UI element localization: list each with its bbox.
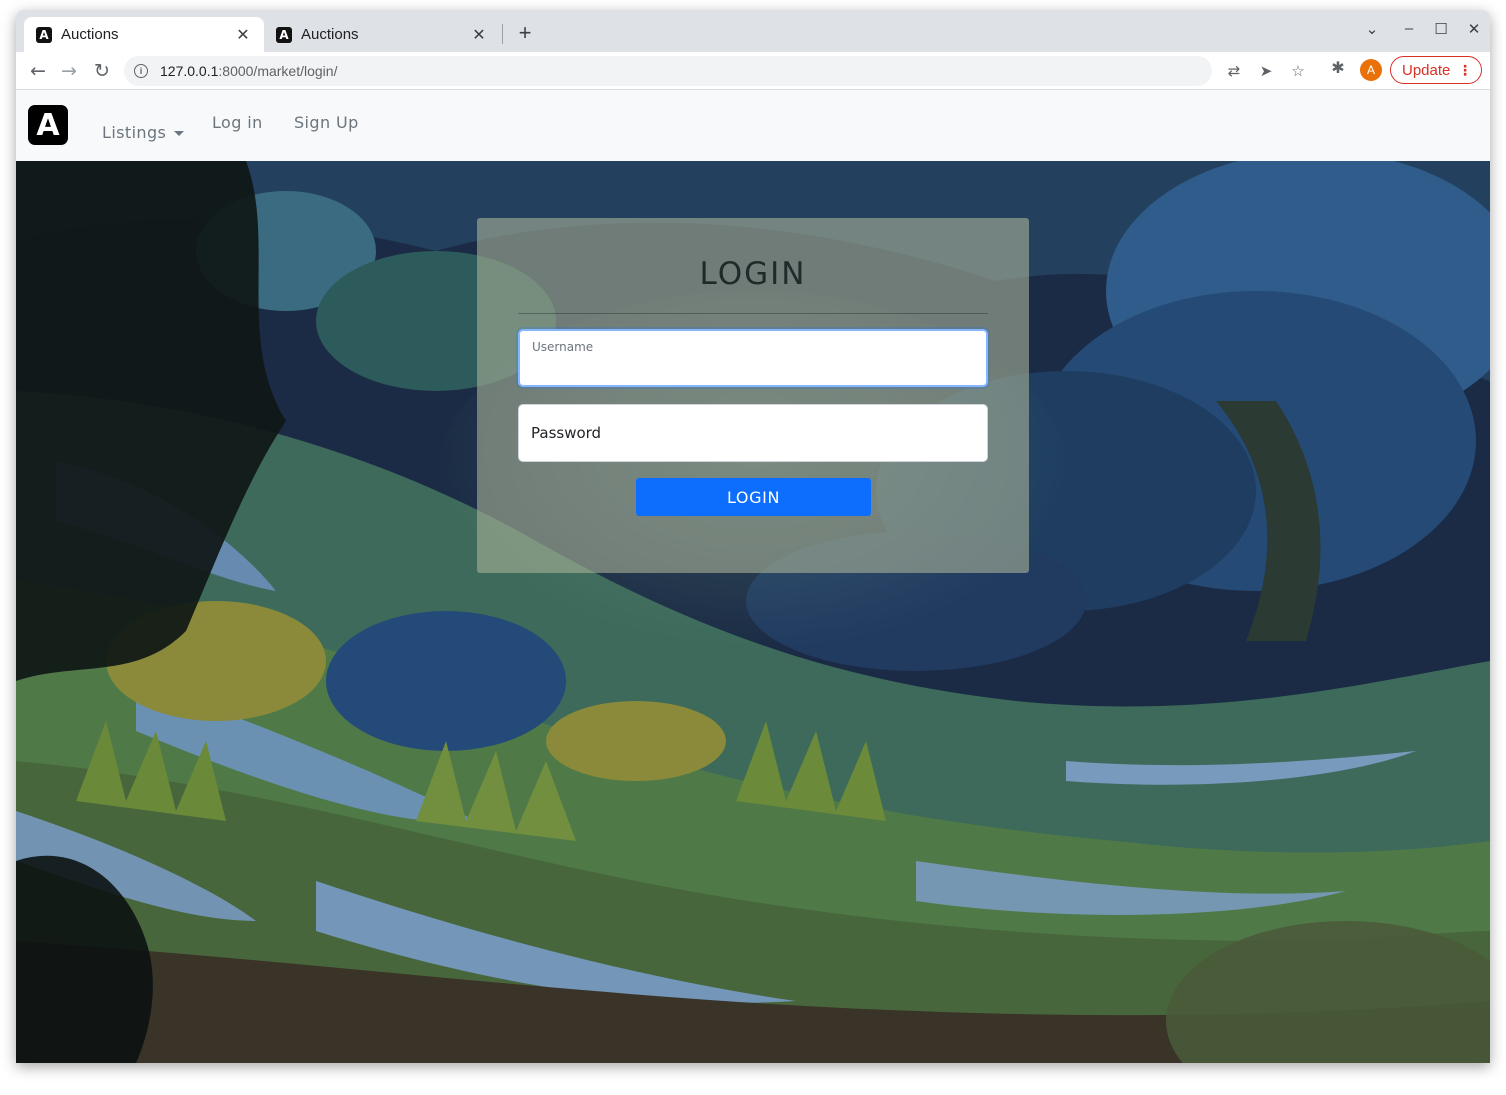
- tab-search-chevron-icon[interactable]: ⌄: [1361, 20, 1383, 38]
- url-path: :8000/market/login/: [218, 63, 338, 79]
- update-label: Update: [1402, 61, 1451, 79]
- browser-toolbar: ← → ↻ i 127.0.0.1:8000/market/login/ ⇄ ➤…: [16, 52, 1490, 90]
- tab-separator: [502, 24, 503, 44]
- nav-listings-label: Listings: [102, 123, 167, 142]
- username-field[interactable]: Username: [518, 329, 988, 387]
- profile-avatar[interactable]: A: [1360, 59, 1382, 81]
- nav-login-link[interactable]: Log in: [212, 113, 263, 132]
- background-forest-image: LOGIN Username Password LOGIN: [16, 161, 1490, 1063]
- login-title: LOGIN: [699, 256, 807, 292]
- username-input[interactable]: [532, 359, 972, 381]
- username-label: Username: [532, 340, 594, 354]
- update-button[interactable]: Update ⋮: [1390, 56, 1482, 84]
- extensions-puzzle-icon[interactable]: ✱: [1328, 58, 1348, 77]
- login-divider: [518, 313, 988, 314]
- url-text: 127.0.0.1:8000/market/login/: [160, 63, 337, 79]
- reload-icon[interactable]: ↻: [89, 58, 115, 84]
- password-field[interactable]: Password: [518, 404, 988, 462]
- back-arrow-icon[interactable]: ←: [25, 58, 51, 84]
- forward-arrow-icon[interactable]: →: [56, 58, 82, 84]
- translate-icon[interactable]: ⇄: [1224, 62, 1244, 80]
- tab-title: Auctions: [301, 26, 359, 43]
- tab-strip: A Auctions ✕ A Auctions ✕ + ⌄ – ☐ ✕: [16, 10, 1490, 52]
- page-viewport: A Listings Log in Sign Up LOGIN Username…: [16, 90, 1490, 1063]
- login-button[interactable]: LOGIN: [636, 478, 871, 516]
- tab-auctions-active[interactable]: A Auctions ✕: [24, 17, 264, 52]
- window-close-icon[interactable]: ✕: [1463, 20, 1485, 38]
- site-navbar: A Listings Log in Sign Up: [16, 90, 1490, 161]
- caret-down-icon: [174, 131, 185, 136]
- tab-close-icon[interactable]: ✕: [470, 25, 488, 45]
- nav-signup-link[interactable]: Sign Up: [294, 113, 359, 132]
- tab-auctions[interactable]: A Auctions ✕: [264, 17, 500, 52]
- brand-logo[interactable]: A: [28, 105, 68, 145]
- nav-listings-dropdown[interactable]: Listings: [102, 123, 185, 142]
- browser-window: A Auctions ✕ A Auctions ✕ + ⌄ – ☐ ✕ ← → …: [16, 10, 1490, 1063]
- site-favicon-icon: A: [276, 26, 292, 43]
- tab-title: Auctions: [61, 26, 119, 43]
- site-info-icon[interactable]: i: [134, 64, 148, 78]
- login-card: LOGIN Username Password LOGIN: [477, 218, 1029, 573]
- new-tab-button[interactable]: +: [512, 21, 538, 47]
- minimize-icon[interactable]: –: [1398, 20, 1420, 37]
- menu-dots-icon[interactable]: ⋮: [1458, 61, 1472, 79]
- send-icon[interactable]: ➤: [1256, 62, 1276, 80]
- address-bar[interactable]: i 127.0.0.1:8000/market/login/ ⇄ ➤ ☆: [124, 56, 1305, 86]
- bookmark-star-icon[interactable]: ☆: [1288, 62, 1308, 80]
- tab-close-icon[interactable]: ✕: [234, 25, 252, 45]
- password-placeholder: Password: [531, 424, 602, 442]
- maximize-icon[interactable]: ☐: [1430, 20, 1452, 38]
- url-host: 127.0.0.1: [160, 63, 219, 79]
- site-favicon-icon: A: [36, 26, 52, 43]
